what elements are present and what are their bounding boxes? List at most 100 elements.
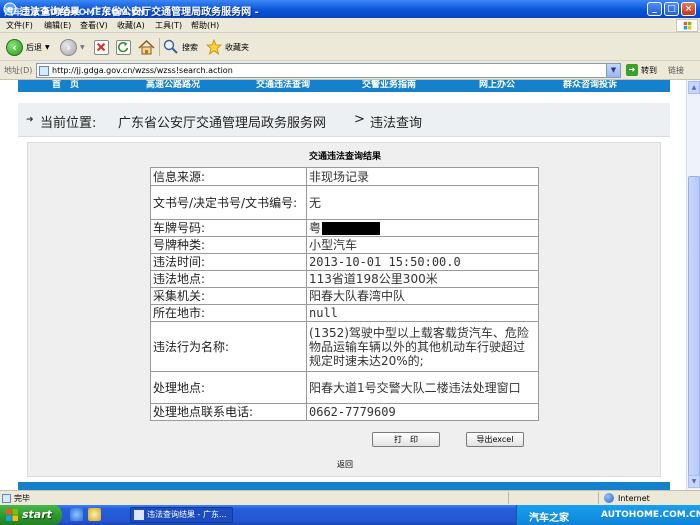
quick-launch-ie-icon[interactable] — [70, 508, 83, 521]
menu-favorites[interactable]: 收藏(A) — [117, 20, 145, 31]
stop-button[interactable] — [94, 37, 109, 57]
forward-dropdown-icon[interactable]: ▼ — [80, 44, 85, 51]
table-row: 违法行为名称: (1352)驾驶中型以上载客载货汽车、危险物品运输车辆以外的其他… — [150, 321, 539, 372]
globe-icon — [604, 493, 614, 503]
start-button[interactable]: start — [0, 505, 62, 525]
row-value: 阳春大队春湾中队 — [306, 287, 539, 305]
menu-file[interactable]: 文件(F) — [6, 20, 33, 31]
nav-highway[interactable]: 高速公路路况 — [146, 80, 200, 90]
window-title-bar[interactable]: e 违法查询结果 - 广东省公安厅交通管理局政务服务网 - 汽车之家 AUTOH… — [0, 0, 700, 18]
search-button[interactable]: 搜索 — [163, 37, 198, 57]
back-button[interactable]: ‹ 后退 ▼ — [6, 37, 50, 57]
menu-edit[interactable]: 编辑(E) — [44, 20, 71, 31]
back-dropdown-icon[interactable]: ▼ — [45, 44, 50, 51]
security-zone: Internet — [604, 493, 650, 503]
row-key: 车牌号码: — [150, 219, 307, 237]
quick-launch-explorer-icon[interactable] — [88, 508, 101, 521]
row-value: null — [306, 304, 539, 322]
address-dropdown-icon[interactable]: ▼ — [606, 64, 620, 77]
favorites-button[interactable]: 收藏夹 — [206, 37, 249, 57]
export-excel-button[interactable]: 导出excel — [466, 432, 524, 447]
page-viewport: 首 页 高速公路路况 交通违法查询 交警业务指南 网上办公 群众咨询投诉 ➜ 当… — [0, 80, 686, 490]
address-input[interactable]: http://jj.gdga.gov.cn/wzss/wzss!search.a… — [36, 63, 621, 78]
vertical-scrollbar[interactable]: ▲ ▼ — [686, 80, 700, 490]
plate-prefix: 粤 — [309, 221, 322, 235]
table-row: 号牌种类: 小型汽车 — [150, 236, 539, 254]
search-icon — [163, 39, 178, 54]
go-button[interactable]: ➜ 转到 — [626, 64, 657, 76]
stop-icon — [94, 39, 109, 55]
row-value: 113省道198公里300米 — [306, 270, 539, 288]
chevron-right-icon: ➜ — [26, 115, 34, 125]
system-tray: 汽车之家 AUTOHOME.COM.CN — [516, 505, 700, 525]
row-value: 2013-10-01 15:50:00.0 — [306, 253, 539, 271]
row-key: 文书号/决定书号/文书编号: — [150, 185, 307, 220]
print-button[interactable]: 打 印 — [372, 432, 440, 447]
row-key: 采集机关: — [150, 287, 307, 305]
nav-home[interactable]: 首 页 — [52, 80, 79, 90]
result-table: 信息来源: 非现场记录 文书号/决定书号/文书编号: 无 车牌号码: 粤 号牌种… — [150, 167, 539, 421]
breadcrumb-current: 违法查询 — [370, 116, 423, 131]
nav-violation[interactable]: 交通违法查询 — [256, 80, 310, 90]
result-panel: 交通违法查询结果 信息来源: 非现场记录 文书号/决定书号/文书编号: 无 车牌… — [27, 142, 661, 477]
table-row: 采集机关: 阳春大队春湾中队 — [150, 287, 539, 305]
windows-taskbar: start 违法查询结果 - 广东... 汽车之家 AUTOHOME.COM.C… — [0, 505, 700, 525]
standard-toolbar: ‹ 后退 ▼ › ▼ 搜索 收藏夹 — [0, 33, 700, 61]
breadcrumb-separator: > — [354, 112, 365, 127]
status-bar: 完毕 Internet — [0, 490, 700, 505]
table-row: 车牌号码: 粤 — [150, 219, 539, 237]
back-link[interactable]: 返回 — [28, 459, 662, 470]
status-text: 完毕 — [14, 494, 30, 503]
back-arrow-icon: ‹ — [6, 38, 23, 56]
taskbar-window-button[interactable]: 违法查询结果 - 广东... — [130, 507, 233, 523]
links-button[interactable]: 链接 — [668, 65, 684, 76]
action-row: 打 印 导出excel — [150, 430, 539, 450]
back-label: 后退 — [26, 42, 42, 52]
redaction-block — [322, 222, 381, 235]
table-row: 信息来源: 非现场记录 — [150, 167, 539, 186]
favorites-star-icon — [206, 39, 222, 55]
breadcrumb-home[interactable]: 广东省公安厅交通管理局政务服务网 — [118, 112, 326, 131]
start-label: start — [22, 508, 52, 521]
table-row: 违法时间: 2013-10-01 15:50:00.0 — [150, 253, 539, 271]
table-row: 违法地点: 113省道198公里300米 — [150, 270, 539, 288]
home-icon — [138, 39, 155, 54]
refresh-button[interactable] — [116, 37, 131, 57]
row-key: 号牌种类: — [150, 236, 307, 254]
row-value: 阳春大道1号交警大队二楼违法处理窗口 — [306, 371, 539, 404]
page-icon — [39, 66, 49, 76]
address-bar: 地址(D) http://jj.gdga.gov.cn/wzss/wzss!se… — [0, 61, 700, 80]
address-url[interactable]: http://jj.gdga.gov.cn/wzss/wzss!search.a… — [52, 66, 233, 75]
menu-help[interactable]: 帮助(H) — [191, 20, 219, 31]
search-label: 搜索 — [182, 42, 198, 52]
row-key: 处理地点: — [150, 371, 307, 404]
scroll-up-icon[interactable]: ▲ — [688, 81, 700, 94]
menu-view[interactable]: 查看(V) — [80, 20, 108, 31]
scroll-thumb[interactable] — [688, 176, 700, 476]
minimize-button[interactable]: _ — [647, 2, 662, 16]
table-row: 文书号/决定书号/文书编号: 无 — [150, 185, 539, 220]
go-arrow-icon: ➜ — [626, 64, 638, 76]
row-key: 违法时间: — [150, 253, 307, 271]
scroll-down-icon[interactable]: ▼ — [688, 475, 700, 488]
nav-guide[interactable]: 交警业务指南 — [362, 80, 416, 90]
close-button[interactable]: × — [681, 2, 696, 16]
forward-button[interactable]: › ▼ — [60, 37, 85, 57]
tray-brand-en: AUTOHOME.COM.CN — [601, 510, 700, 520]
maximize-button[interactable]: □ — [664, 2, 679, 16]
status-divider — [598, 492, 599, 504]
windows-logo-icon — [676, 19, 698, 32]
site-footer-band — [18, 482, 670, 490]
nav-office[interactable]: 网上办公 — [479, 80, 515, 90]
page-done-icon — [2, 494, 11, 503]
tray-brand-cn: 汽车之家 — [529, 513, 569, 524]
favorites-label: 收藏夹 — [225, 42, 249, 52]
menu-tools[interactable]: 工具(T) — [155, 20, 182, 31]
row-key: 所在地市: — [150, 304, 307, 322]
home-button[interactable] — [138, 37, 155, 57]
plate-cell: 粤 — [306, 219, 539, 237]
windows-flag-icon — [6, 509, 18, 521]
site-nav-bar: 首 页 高速公路路况 交通违法查询 交警业务指南 网上办公 群众咨询投诉 — [18, 80, 670, 92]
nav-complaint[interactable]: 群众咨询投诉 — [563, 80, 617, 90]
breadcrumb-prefix: 当前位置: — [40, 116, 97, 131]
